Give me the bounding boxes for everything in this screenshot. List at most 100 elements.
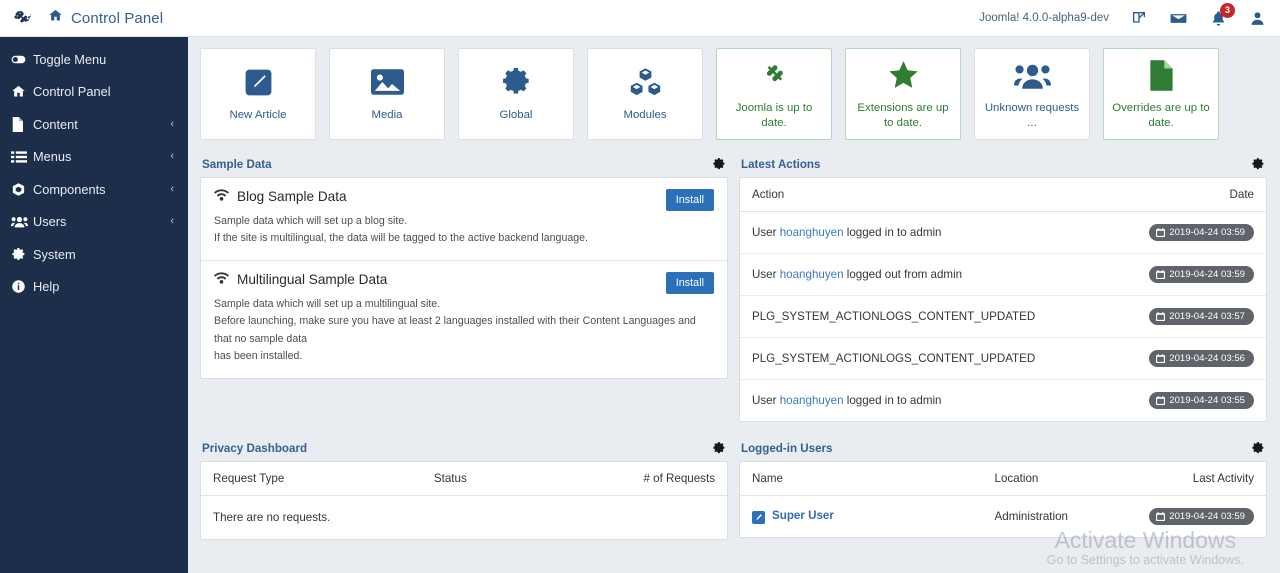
panel-logged-in-users: Logged-in Users Name Location Last Activ…	[739, 435, 1267, 540]
action-cell: PLG_SYSTEM_ACTIONLOGS_CONTENT_UPDATED	[740, 337, 1111, 380]
users-icon	[1013, 58, 1051, 92]
quick-card-new-article[interactable]: New Article	[200, 48, 316, 140]
sidebar-item-content[interactable]: Content ‹	[0, 108, 188, 141]
action-prefix: User	[752, 394, 780, 407]
action-prefix: PLG_SYSTEM_ACTIONLOGS_CONTENT_UPDATED	[752, 310, 1036, 323]
table-row: User hoanghuyen logged in to admin 2019-…	[740, 380, 1266, 422]
user-link[interactable]: hoanghuyen	[780, 394, 844, 407]
column-header-num-requests: # of Requests	[611, 462, 727, 496]
quick-card-global[interactable]: Global	[458, 48, 574, 140]
sidebar-item-menus[interactable]: Menus ‹	[0, 141, 188, 174]
chevron-left-icon: ‹	[170, 215, 174, 228]
sidebar-item-system[interactable]: System	[0, 238, 188, 271]
user-icon[interactable]	[1249, 10, 1266, 27]
gear-icon[interactable]	[712, 441, 726, 455]
app-shell: Toggle Menu Control Panel Content ‹ Menu…	[0, 37, 1280, 573]
quick-card-joomla-update[interactable]: Joomla is up to date.	[716, 48, 832, 140]
panel-title: Latest Actions	[741, 157, 821, 171]
wifi-icon	[214, 272, 229, 287]
users-icon	[11, 215, 33, 228]
table-row: PLG_SYSTEM_ACTIONLOGS_CONTENT_UPDATED 20…	[740, 337, 1266, 380]
table-header-row: Request Type Status # of Requests	[201, 462, 727, 496]
image-icon	[370, 65, 404, 99]
sample-data-description: Sample data which will set up a blog sit…	[214, 213, 714, 248]
quick-action-cards: New Article Media Global Modules Joomla …	[200, 48, 1267, 140]
sidebar-item-toggle-menu[interactable]: Toggle Menu	[0, 43, 188, 76]
quick-card-label: Media	[371, 109, 403, 122]
page-title-text: Control Panel	[71, 9, 164, 27]
date-cell: 2019-04-24 03:59	[1110, 211, 1266, 254]
page-title[interactable]: Control Panel	[48, 8, 163, 28]
quick-card-modules[interactable]: Modules	[587, 48, 703, 140]
gear-icon[interactable]	[712, 157, 726, 171]
home-icon	[48, 8, 63, 28]
calendar-icon	[1156, 354, 1166, 363]
logged-in-users-table: Name Location Last Activity Super User A…	[740, 462, 1266, 537]
action-cell: User hoanghuyen logged in to admin	[740, 211, 1111, 254]
edit-icon[interactable]	[752, 510, 765, 524]
date-cell: 2019-04-24 03:59	[1110, 253, 1266, 296]
list-icon	[11, 150, 33, 164]
panels-row-top: Sample Data Blog Sample Data Sample data…	[200, 151, 1267, 422]
file-icon	[1149, 58, 1174, 92]
external-link-icon[interactable]	[1131, 10, 1147, 26]
action-cell: User hoanghuyen logged in to admin	[740, 380, 1111, 422]
table-header-row: Name Location Last Activity	[740, 462, 1266, 496]
sidebar-item-control-panel[interactable]: Control Panel	[0, 76, 188, 109]
gear-icon	[501, 65, 532, 99]
quick-card-unknown-requests[interactable]: Unknown requests ...	[974, 48, 1090, 140]
gear-icon	[11, 247, 33, 262]
notification-badge: 3	[1220, 2, 1235, 18]
sidebar-item-label: Toggle Menu	[33, 51, 107, 67]
quick-card-label: Modules	[623, 109, 667, 122]
quick-card-overrides-update[interactable]: Overrides are up to date.	[1103, 48, 1219, 140]
table-header-row: Action Date	[740, 178, 1266, 212]
quick-card-media[interactable]: Media	[329, 48, 445, 140]
user-link[interactable]: hoanghuyen	[780, 268, 844, 281]
sample-data-item-multilingual: Multilingual Sample Data Sample data whi…	[201, 259, 727, 378]
star-icon	[887, 58, 920, 92]
sample-data-item-blog: Blog Sample Data Sample data which will …	[201, 178, 727, 260]
empty-message: There are no requests.	[213, 511, 331, 524]
action-prefix: User	[752, 268, 780, 281]
date-text: 2019-04-24 03:55	[1169, 395, 1245, 406]
sample-data-description: Sample data which will set up a multilin…	[214, 296, 714, 366]
action-cell: PLG_SYSTEM_ACTIONLOGS_CONTENT_UPDATED	[740, 295, 1111, 338]
install-button[interactable]: Install	[665, 189, 714, 211]
date-badge: 2019-04-24 03:56	[1149, 350, 1254, 367]
calendar-icon	[1156, 270, 1166, 279]
sidebar-item-components[interactable]: Components ‹	[0, 173, 188, 206]
panel-sample-data: Sample Data Blog Sample Data Sample data…	[200, 151, 728, 422]
sample-data-name: Multilingual Sample Data	[237, 271, 388, 287]
user-name-link[interactable]: Super User	[772, 509, 834, 522]
location-cell: Administration	[994, 510, 1068, 523]
joomla-logo-icon	[759, 58, 789, 92]
sidebar-item-label: Control Panel	[33, 84, 111, 100]
sidebar-item-users[interactable]: Users ‹	[0, 206, 188, 239]
quick-card-label: Global	[499, 109, 533, 122]
sidebar-item-help[interactable]: Help	[0, 271, 188, 304]
gear-icon[interactable]	[1251, 441, 1265, 455]
install-button[interactable]: Install	[665, 271, 714, 294]
sample-data-name: Blog Sample Data	[237, 189, 347, 204]
column-header-request-type: Request Type	[201, 462, 422, 496]
joomla-logo-icon[interactable]	[8, 5, 34, 31]
table-row: User hoanghuyen logged in to admin 2019-…	[740, 211, 1266, 254]
bell-icon[interactable]: 3	[1210, 2, 1235, 27]
panel-header: Latest Actions	[739, 151, 1267, 177]
column-header-location: Location	[982, 462, 1138, 496]
gear-icon[interactable]	[1251, 157, 1265, 171]
date-text: 2019-04-24 03:59	[1169, 511, 1245, 522]
panel-body: Blog Sample Data Sample data which will …	[200, 177, 728, 379]
action-prefix: User	[752, 226, 780, 239]
quick-card-extensions-update[interactable]: Extensions are up to date.	[845, 48, 961, 140]
user-link[interactable]: hoanghuyen	[780, 226, 844, 239]
date-cell: 2019-04-24 03:57	[1110, 295, 1266, 338]
wifi-icon	[214, 189, 229, 204]
envelope-icon[interactable]	[1169, 9, 1188, 28]
sample-data-desc-line: Sample data which will set up a multilin…	[214, 297, 441, 310]
date-text: 2019-04-24 03:56	[1169, 353, 1245, 364]
sample-data-desc-line: If the site is multilingual, the data wi…	[214, 232, 588, 245]
action-suffix: logged out from admin	[843, 268, 963, 281]
panel-privacy-dashboard: Privacy Dashboard Request Type Status # …	[200, 435, 728, 540]
